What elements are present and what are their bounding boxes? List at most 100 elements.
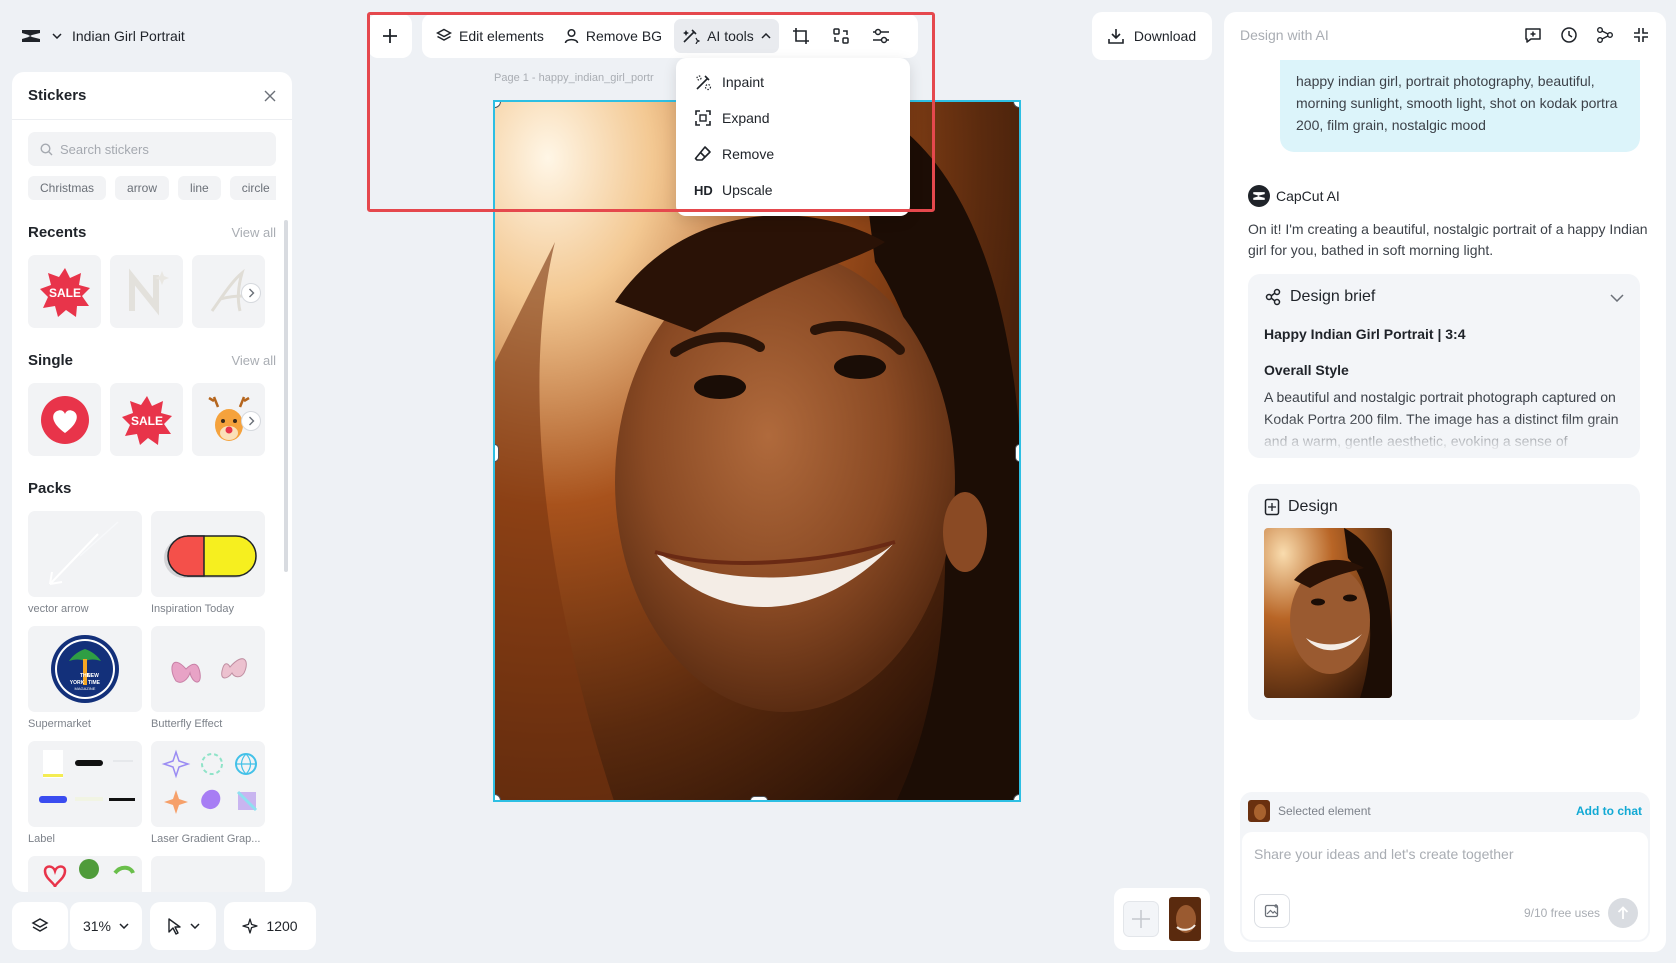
edit-elements-button[interactable]: Edit elements (428, 19, 552, 53)
packs-header: Packs (12, 480, 292, 497)
sticker-reindeer[interactable] (192, 383, 265, 456)
stickers-title: Stickers (28, 87, 87, 104)
pack-more-2[interactable] (151, 856, 265, 892)
stickers-scrollbar[interactable] (284, 220, 288, 572)
pack-caption: Laser Gradient Grap... (151, 833, 261, 845)
pack-vector-arrow[interactable]: vector arrow (28, 511, 142, 615)
ai-tools-button[interactable]: AI tools (674, 19, 779, 53)
design-brief-title: Design brief (1290, 288, 1376, 305)
capcut-logo-icon[interactable] (20, 27, 42, 45)
pack-thumbnail (151, 511, 265, 597)
chat-composer: Selected element Add to chat 9/10 free u… (1240, 792, 1650, 942)
chip-arrow[interactable]: arrow (115, 176, 170, 200)
chat-input[interactable] (1254, 846, 1636, 862)
sticker-heart[interactable] (28, 383, 101, 456)
menu-item-upscale[interactable]: HD Upscale (676, 172, 910, 208)
layers-button[interactable] (12, 902, 68, 950)
chevron-right-icon[interactable] (241, 283, 261, 303)
chip-circle[interactable]: circle (229, 176, 276, 200)
magic-wand-icon (682, 28, 701, 44)
zoom-selector[interactable]: 31% (70, 902, 142, 950)
pack-laser-gradient[interactable]: Laser Gradient Grap... (151, 741, 265, 845)
pointer-tool-selector[interactable] (150, 902, 216, 950)
remove-label: Remove (722, 146, 775, 162)
sticker-letter-a[interactable] (192, 255, 265, 328)
pack-thumbnail (151, 626, 265, 712)
inpaint-label: Inpaint (722, 74, 765, 90)
history-icon[interactable] (1560, 26, 1578, 44)
pack-more-1[interactable] (28, 856, 142, 892)
eraser-icon (694, 145, 712, 163)
download-button[interactable]: Download (1092, 12, 1212, 60)
collapse-icon[interactable] (1632, 26, 1650, 44)
menu-item-remove[interactable]: Remove (676, 136, 910, 172)
pack-thumbnail (28, 511, 142, 597)
remove-bg-button[interactable]: Remove BG (556, 19, 670, 53)
menu-item-inpaint[interactable]: Inpaint (676, 64, 910, 100)
add-button[interactable] (368, 14, 412, 58)
chevron-down-icon[interactable] (52, 33, 62, 39)
pack-caption: vector arrow (28, 603, 89, 615)
pack-supermarket[interactable]: THE NEW YORK TIME MAGAZINE Supermarket (28, 626, 142, 730)
plus-icon (382, 28, 398, 44)
single-view-all[interactable]: View all (231, 353, 276, 368)
send-button[interactable] (1608, 898, 1638, 928)
sparkle-icon (242, 918, 259, 934)
brief-fade (1248, 418, 1640, 458)
sticker-sale[interactable]: SALE (28, 255, 101, 328)
crop-button[interactable] (783, 19, 819, 53)
download-label: Download (1133, 28, 1197, 44)
pack-butterfly-effect[interactable]: Butterfly Effect (151, 626, 265, 730)
stickers-panel: Stickers Search stickers Christmas arrow… (12, 72, 292, 892)
hd-icon: HD (694, 182, 713, 198)
chevron-right-icon[interactable] (241, 411, 261, 431)
expand-icon (694, 109, 712, 127)
pack-label[interactable]: Label (28, 741, 142, 845)
person-icon (564, 28, 579, 44)
pack-thumbnail: THE NEW YORK TIME MAGAZINE (28, 626, 142, 712)
add-to-chat-button[interactable]: Add to chat (1576, 804, 1642, 818)
single-title: Single (28, 352, 74, 369)
project-title[interactable]: Indian Girl Portrait (72, 28, 185, 44)
recents-row: SALE (12, 255, 292, 328)
sliders-icon (872, 28, 890, 44)
sticker-letter-n[interactable] (110, 255, 183, 328)
search-placeholder: Search stickers (60, 141, 149, 157)
remove-bg-label: Remove BG (585, 28, 663, 44)
new-chat-icon[interactable] (1524, 26, 1542, 44)
capcut-ai-avatar-icon (1248, 185, 1270, 207)
design-ai-title: Design with AI (1240, 27, 1329, 43)
chevron-down-icon[interactable] (1610, 294, 1624, 302)
chip-christmas[interactable]: Christmas (28, 176, 107, 200)
menu-item-expand[interactable]: Expand (676, 100, 910, 136)
pack-caption: Label (28, 833, 55, 845)
page-thumbnail[interactable] (1169, 897, 1201, 941)
pack-inspiration-today[interactable]: Inspiration Today (151, 511, 265, 615)
search-stickers-input[interactable]: Search stickers (28, 132, 276, 166)
chevron-up-icon (761, 33, 771, 39)
overall-style-title: Overall Style (1264, 362, 1349, 378)
svg-text:SALE: SALE (48, 286, 80, 300)
design-brief-card[interactable]: Design brief Happy Indian Girl Portrait … (1248, 274, 1640, 458)
credits-button[interactable]: 1200 (224, 902, 316, 950)
add-page-button[interactable] (1123, 901, 1159, 937)
expand-label: Expand (722, 110, 770, 126)
zoom-value: 31% (82, 918, 112, 934)
recents-view-all[interactable]: View all (231, 225, 276, 240)
share-icon[interactable] (1596, 26, 1614, 44)
chip-line[interactable]: line (178, 176, 221, 200)
design-thumbnail[interactable] (1264, 528, 1392, 698)
design-ai-header: Design with AI (1224, 12, 1666, 58)
sticker-sale-2[interactable]: SALE (110, 383, 183, 456)
close-icon[interactable] (264, 90, 276, 102)
packs-title: Packs (28, 480, 72, 497)
attach-image-button[interactable] (1254, 894, 1290, 928)
packs-grid: vector arrow Inspiration Today THE NEW Y… (12, 511, 292, 892)
user-message: happy indian girl, portrait photography,… (1280, 60, 1640, 152)
pack-thumbnail (28, 856, 142, 892)
image-toolbar: Edit elements Remove BG AI tools (422, 14, 918, 58)
resize-handle-left[interactable] (495, 444, 499, 462)
flip-button[interactable] (823, 19, 859, 53)
adjust-button[interactable] (863, 19, 899, 53)
upscale-label: Upscale (722, 182, 773, 198)
